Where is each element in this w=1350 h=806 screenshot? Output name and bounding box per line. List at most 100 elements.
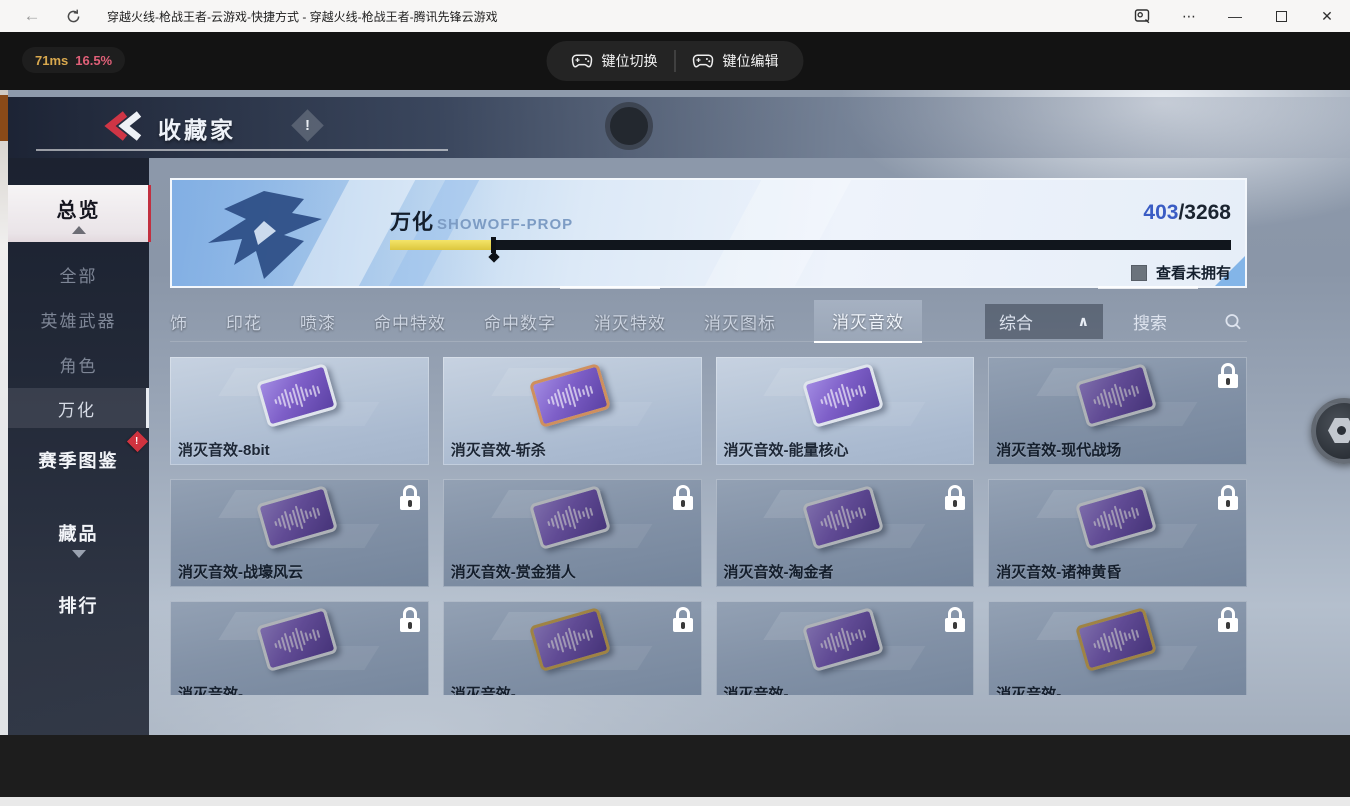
browser-tab-title: 穿越火线-枪战王者-云游戏-快捷方式 - 穿越火线-枪战王者-腾讯先锋云游戏 (107, 9, 498, 24)
chevron-up-icon: ∧ (1077, 313, 1089, 329)
item-card[interactable]: 消灭音效-淘金者 (715, 479, 975, 587)
sidebar-item-label: 角色 (59, 356, 98, 376)
notification-badge: ! (126, 430, 149, 453)
minimize-button[interactable]: — (1212, 0, 1258, 32)
item-name: 消灭音效-… (996, 686, 1077, 695)
search-icon (1225, 313, 1241, 329)
item-name: 消灭音效-… (450, 686, 531, 695)
desktop-edge-sliver (0, 90, 8, 797)
sidebar-item-season-catalog[interactable]: 赛季图鉴 ! (8, 430, 149, 478)
item-name: 消灭音效-赏金猎人 (450, 564, 576, 581)
packet-loss: 16.5% (75, 52, 113, 68)
item-name: 消灭音效-… (178, 686, 258, 695)
lock-icon (1218, 485, 1238, 510)
search-label: 搜索 (1133, 314, 1167, 333)
item-name: 消灭音效-淘金者 (723, 564, 834, 581)
alert-icon[interactable]: ! (291, 109, 324, 142)
tab-hit-effect[interactable]: 命中特效 (374, 309, 446, 334)
chevron-down-icon (71, 550, 86, 558)
show-unowned-toggle[interactable]: 查看未拥有 (1130, 262, 1231, 283)
floating-dark-ball (605, 102, 653, 150)
item-name: 消灭音效-诸神黄昏 (996, 564, 1122, 581)
sidebar-item-label: 英雄武器 (40, 311, 117, 331)
sort-dropdown[interactable]: 综合 ∧ (985, 304, 1103, 339)
total-count: /3268 (1178, 201, 1231, 224)
back-button[interactable] (100, 111, 146, 146)
latency-ms: 71ms (35, 52, 69, 68)
lock-icon (1218, 363, 1238, 388)
sidebar-item-showoff-selected[interactable]: 万化 (8, 388, 149, 428)
sidebar-item-hero-weapons[interactable]: 英雄武器 (8, 302, 149, 336)
item-card[interactable]: 消灭音效-… (988, 601, 1247, 695)
sidebar-item-characters[interactable]: 角色 (8, 347, 149, 381)
item-grid: 消灭音效-8bit 消灭音效-斩杀 消灭音效-能量核心 消灭音效-现代战场 消灭… (170, 357, 1247, 695)
close-button[interactable]: ✕ (1304, 0, 1350, 32)
key-switch-label: 键位切换 (601, 53, 658, 69)
lock-icon (399, 485, 420, 510)
sidebar-item-overview[interactable]: 总览 (8, 185, 151, 242)
letterbox-bottom (0, 735, 1350, 797)
sidebar-item-label: 总览 (56, 199, 101, 222)
lock-icon (672, 485, 693, 510)
game-viewport: 收藏家 ! 总览 全部 英雄武器 角色 万化 赛季图鉴 ! 藏品 排行 万化 S… (8, 90, 1350, 735)
browser-more-icon[interactable]: ⋯ (1166, 0, 1212, 32)
item-card[interactable]: 消灭音效-… (170, 601, 429, 695)
sidebar-item-label: 万化 (58, 400, 96, 420)
item-card[interactable]: 消灭音效-赏金猎人 (442, 479, 702, 587)
scroll-hint-line (560, 286, 660, 289)
item-card[interactable]: 消灭音效-8bit (170, 357, 429, 465)
tab-kill-sound-selected[interactable]: 消灭音效 (814, 300, 922, 343)
latency-indicator: 71ms 16.5% (22, 47, 126, 73)
key-mapping-toolbar: 键位切换 键位编辑 (546, 41, 804, 81)
item-card[interactable]: 消灭音效-现代战场 (988, 357, 1247, 465)
banner-stripe (697, 180, 857, 286)
item-card[interactable]: 消灭音效-能量核心 (715, 357, 975, 465)
tab-spray[interactable]: 喷漆 (300, 309, 336, 334)
item-card[interactable]: 消灭音效-… (442, 601, 702, 695)
progress-bar (390, 237, 1231, 253)
lock-icon (945, 485, 966, 510)
owned-count: 403 (1143, 201, 1179, 224)
search-input[interactable]: 搜索 (1133, 309, 1247, 334)
checkbox-icon (1130, 264, 1147, 281)
key-edit-button[interactable]: 键位编辑 (676, 51, 796, 71)
cloud-gaming-float-button[interactable] (1311, 398, 1350, 464)
sidebar-item-ranking[interactable]: 排行 (8, 588, 149, 622)
lock-icon (1218, 607, 1238, 632)
browser-back-icon[interactable]: ← (20, 6, 44, 26)
cf-logo (200, 187, 330, 286)
sidebar-item-label: 全部 (59, 266, 98, 286)
gamepad-icon (692, 54, 714, 68)
tab-hit-number[interactable]: 命中数字 (484, 309, 556, 334)
tab-kill-icon[interactable]: 消灭图标 (704, 309, 776, 334)
header-underline (36, 149, 448, 151)
tab-ornament[interactable]: 饰 (170, 309, 188, 334)
progress-fill (390, 237, 496, 253)
item-card[interactable]: 消灭音效-诸神黄昏 (988, 479, 1247, 587)
lock-icon (399, 607, 420, 632)
tab-stamp[interactable]: 印花 (226, 309, 262, 334)
item-card[interactable]: 消灭音效-战壕风云 (170, 479, 429, 587)
item-name: 消灭音效-8bit (178, 442, 270, 459)
item-name: 消灭音效-斩杀 (450, 442, 546, 459)
item-name: 消灭音效-现代战场 (996, 442, 1122, 459)
collection-progress-banner: 万化 SHOWOFF-PROP 403/3268 查看未拥有 (170, 178, 1247, 288)
page-title: 收藏家 (158, 117, 236, 143)
refresh-icon[interactable] (66, 9, 81, 24)
item-card[interactable]: 消灭音效-斩杀 (442, 357, 702, 465)
sidebar-item-label: 排行 (58, 596, 99, 616)
sidebar-search-icon[interactable] (1120, 0, 1166, 32)
category-label: 万化 (390, 211, 434, 234)
tab-kill-effect[interactable]: 消灭特效 (594, 309, 666, 334)
desktop-bottom-edge (0, 797, 1350, 806)
collection-count: 403/3268 (1143, 201, 1231, 225)
item-card[interactable]: 消灭音效-… (715, 601, 975, 695)
item-name: 消灭音效-能量核心 (723, 442, 849, 459)
key-switch-button[interactable]: 键位切换 (555, 51, 675, 71)
sidebar-item-all[interactable]: 全部 (8, 257, 149, 291)
maximize-button[interactable] (1258, 0, 1304, 32)
category-tab-bar: 饰 印花 喷漆 命中特效 命中数字 消灭特效 消灭图标 消灭音效 综合 ∧ 搜索 (170, 300, 1247, 343)
key-edit-label: 键位编辑 (722, 53, 779, 69)
gamepad-icon (571, 54, 593, 68)
sidebar-item-collections[interactable]: 藏品 (8, 514, 149, 564)
